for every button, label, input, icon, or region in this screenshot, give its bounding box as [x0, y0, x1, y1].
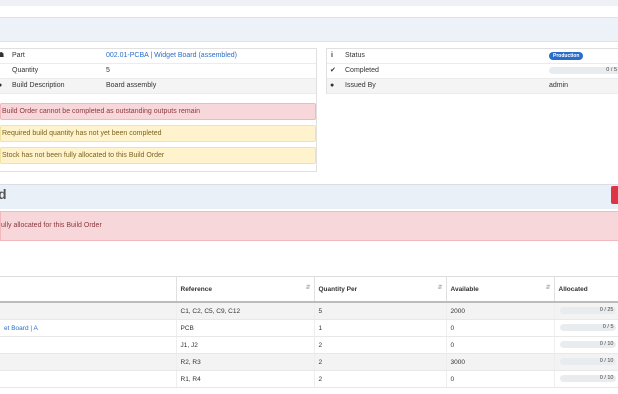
allocation-progress-bar: 0 / 5 — [559, 324, 616, 331]
build-status-panel: i Status Production ✔ Completed 0 / 5 ● … — [326, 48, 618, 94]
cell-allocated: 0 / 25 — [554, 302, 618, 320]
cell-available: 0 — [446, 336, 555, 354]
cell-available: 0 — [446, 370, 555, 388]
top-band — [0, 0, 618, 6]
cell-available: 2000 — [446, 302, 555, 320]
alert-not-allocated: Stock has not been fully allocated to th… — [0, 147, 316, 164]
part-link[interactable]: 002.01-PCBA | Widget Board (assembled) — [106, 52, 237, 59]
col-header-allocated[interactable]: Allocated — [554, 276, 618, 303]
allocation-alert-text: ully allocated for this Build Order — [1, 222, 102, 229]
cell-part — [0, 353, 177, 371]
table-header-row: Reference ⇵ Quantity Per ⇵ Available ⇵ Allo… — [0, 276, 618, 303]
allocation-progress-bar: 0 / 10 — [559, 358, 616, 365]
cell-part — [0, 336, 177, 354]
cell-quantity: 5 — [314, 302, 447, 320]
status-badge: Production — [549, 52, 584, 60]
cell-quantity: 2 — [314, 353, 447, 371]
alert-quantity-incomplete: Required build quantity has not yet been… — [0, 125, 316, 142]
allocation-section-header — [0, 184, 618, 209]
info-icon: i — [331, 52, 333, 59]
sort-icon: ⇵ — [437, 285, 443, 291]
col-header-quantity[interactable]: Quantity Per ⇵ — [314, 276, 447, 303]
cell-reference: J1, J2 — [176, 336, 315, 354]
allocation-alert: ully allocated for this Build Order — [0, 211, 618, 241]
cell-quantity: 2 — [314, 336, 447, 354]
bom-table: Reference ⇵ Quantity Per ⇵ Available ⇵ Allo… — [0, 276, 618, 388]
table-row[interactable]: R2, R3 2 3000 0 / 10 — [0, 353, 618, 371]
table-row[interactable]: et Board | A PCB 1 0 0 / 5 — [0, 319, 618, 337]
issued-row: ● Issued By admin — [327, 79, 618, 94]
cell-allocated: 0 / 10 — [554, 370, 618, 388]
detail-label: Quantity — [12, 67, 39, 74]
sort-icon: ⇵ — [305, 285, 311, 291]
col-header-part[interactable] — [0, 276, 177, 303]
cell-allocated: 0 / 5 — [554, 319, 618, 337]
issued-value: admin — [549, 82, 569, 89]
detail-value: 5 — [106, 67, 110, 74]
cell-reference: C1, C2, C5, C9, C12 — [176, 302, 315, 320]
cell-available: 3000 — [446, 353, 555, 371]
table-row[interactable]: C1, C2, C5, C9, C12 5 2000 0 / 25 — [0, 302, 618, 320]
detail-row-part: ☗ Part 002.01-PCBA | Widget Board (assem… — [0, 49, 316, 64]
cell-allocated: 0 / 10 — [554, 336, 618, 354]
status-label: Status — [345, 52, 365, 59]
completed-progress-text: 0 / 5 — [606, 67, 617, 73]
table-row[interactable]: R1, R4 2 0 0 / 10 — [0, 370, 618, 388]
table-row[interactable]: J1, J2 2 0 0 / 10 — [0, 336, 618, 354]
sort-icon: ⇵ — [545, 285, 551, 291]
detail-label: Build Description — [12, 82, 65, 89]
col-header-reference[interactable]: Reference ⇵ — [176, 276, 315, 303]
issued-label: Issued By — [345, 82, 376, 89]
cell-part — [0, 302, 177, 320]
detail-row-description: ● Build Description Board assembly — [0, 79, 316, 94]
part-link[interactable]: et Board | A — [4, 325, 38, 332]
cell-reference: PCB — [176, 319, 315, 337]
cell-quantity: 1 — [314, 319, 447, 337]
completed-label: Completed — [345, 67, 379, 74]
allocation-progress-bar: 0 / 10 — [559, 375, 616, 382]
detail-label: Part — [12, 52, 25, 59]
cell-reference: R1, R4 — [176, 370, 315, 388]
section-title: d — [0, 186, 7, 202]
header-band — [0, 17, 618, 42]
alert-outstanding-outputs: Build Order cannot be completed as outst… — [0, 103, 316, 120]
completed-row: ✔ Completed 0 / 5 — [327, 64, 618, 79]
col-header-available[interactable]: Available ⇵ — [446, 276, 555, 303]
cell-quantity: 2 — [314, 370, 447, 388]
cell-available: 0 — [446, 319, 555, 337]
completed-progress-bar: 0 / 5 — [549, 67, 618, 74]
sitemap-icon: ☗ — [0, 52, 5, 59]
cell-part: et Board | A — [0, 319, 177, 337]
detail-row-quantity: Quantity 5 — [0, 64, 316, 79]
info-circle-icon: ● — [0, 82, 3, 89]
allocation-progress-bar: 0 / 10 — [559, 341, 616, 348]
cell-reference: R2, R3 — [176, 353, 315, 371]
detail-value: Board assembly — [106, 82, 157, 89]
delete-button[interactable] — [611, 186, 618, 204]
user-icon: ● — [330, 82, 335, 89]
cell-allocated: 0 / 10 — [554, 353, 618, 371]
cell-part — [0, 370, 177, 388]
allocation-progress-bar: 0 / 25 — [559, 307, 616, 314]
status-row: i Status Production — [327, 49, 618, 64]
build-details-panel: ☗ Part 002.01-PCBA | Widget Board (assem… — [0, 48, 317, 172]
check-circle-icon: ✔ — [330, 67, 336, 74]
